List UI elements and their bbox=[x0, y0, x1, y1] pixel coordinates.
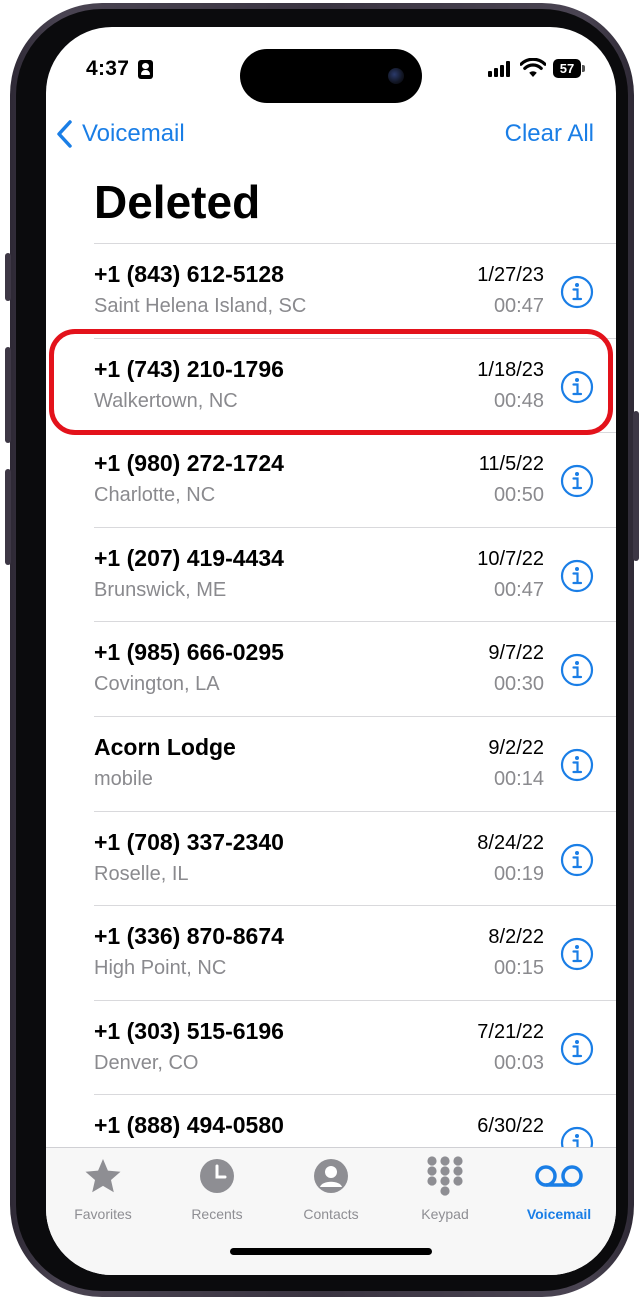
tab-label: Voicemail bbox=[526, 1206, 592, 1222]
caller-location: Walkertown, NC bbox=[94, 389, 238, 412]
tab-keypad[interactable]: Keypad bbox=[388, 1156, 502, 1222]
page-title: Deleted bbox=[94, 176, 261, 228]
tab-bar: Favorites Recents Contacts Keypad Voicem… bbox=[46, 1147, 616, 1275]
caller-name: +1 (708) 337-2340 bbox=[94, 828, 284, 855]
tab-voicemail[interactable]: Voicemail bbox=[502, 1156, 616, 1222]
caller-name: +1 (303) 515-6196 bbox=[94, 1017, 284, 1044]
tab-label: Contacts bbox=[303, 1206, 359, 1222]
voicemail-row[interactable]: +1 (708) 337-2340 Roselle, IL 8/24/22 00… bbox=[94, 810, 616, 906]
voicemail-duration: 00:47 bbox=[493, 295, 544, 317]
cellular-signal-icon bbox=[488, 61, 512, 77]
chevron-left-icon bbox=[57, 120, 72, 148]
volume-up-button bbox=[5, 347, 11, 443]
caller-name: +1 (843) 612-5128 bbox=[94, 261, 284, 287]
camera-icon bbox=[388, 68, 404, 84]
voicemail-duration: 00:03 bbox=[493, 1051, 544, 1074]
dynamic-island bbox=[240, 49, 422, 103]
tab-label: Keypad bbox=[421, 1206, 469, 1222]
tab-label: Favorites bbox=[74, 1206, 132, 1222]
tab-label: Recents bbox=[191, 1206, 243, 1222]
info-icon[interactable] bbox=[560, 464, 594, 498]
voicemail-row[interactable]: Acorn Lodge mobile 9/2/22 00:14 bbox=[94, 715, 616, 811]
caller-name: +1 (888) 494-0580 bbox=[94, 1112, 284, 1139]
tab-contacts[interactable]: Contacts bbox=[274, 1156, 388, 1222]
info-icon[interactable] bbox=[560, 370, 594, 404]
wifi-icon bbox=[519, 57, 547, 83]
voicemail-row[interactable]: +1 (980) 272-1724 Charlotte, NC 11/5/22 … bbox=[94, 432, 616, 527]
info-icon[interactable] bbox=[560, 559, 594, 593]
voicemail-row[interactable]: +1 (303) 515-6196 Denver, CO 7/21/22 00:… bbox=[94, 999, 616, 1095]
person-icon bbox=[274, 1156, 388, 1196]
clock-icon bbox=[160, 1156, 274, 1196]
voicemail-list: +1 (843) 612-5128 Saint Helena Island, S… bbox=[94, 243, 616, 1189]
voicemail-duration: 00:48 bbox=[493, 389, 544, 412]
voicemail-date: 7/21/22 bbox=[477, 1020, 544, 1043]
power-button bbox=[633, 411, 639, 561]
caller-location: Charlotte, NC bbox=[94, 484, 216, 507]
voicemail-duration: 00:47 bbox=[493, 578, 544, 601]
info-icon[interactable] bbox=[560, 843, 594, 877]
info-icon[interactable] bbox=[560, 275, 594, 309]
caller-name: +1 (743) 210-1796 bbox=[94, 355, 284, 382]
caller-location: Denver, CO bbox=[94, 1051, 199, 1074]
tab-recents[interactable]: Recents bbox=[160, 1156, 274, 1222]
voicemail-duration: 00:50 bbox=[493, 484, 544, 507]
battery-icon: 57 bbox=[553, 59, 585, 78]
caller-location: Saint Helena Island, SC bbox=[94, 295, 307, 317]
caller-name: +1 (980) 272-1724 bbox=[94, 450, 284, 477]
back-label: Voicemail bbox=[82, 120, 185, 147]
info-icon[interactable] bbox=[560, 653, 594, 687]
voicemail-duration: 00:14 bbox=[493, 767, 544, 790]
caller-location: Brunswick, ME bbox=[94, 578, 227, 601]
home-indicator[interactable] bbox=[230, 1248, 432, 1255]
info-icon[interactable] bbox=[560, 937, 594, 971]
caller-location: High Point, NC bbox=[94, 957, 227, 980]
voicemail-row[interactable]: +1 (985) 666-0295 Covington, LA 9/7/22 0… bbox=[94, 621, 616, 716]
voicemail-icon bbox=[502, 1156, 616, 1196]
voicemail-row[interactable]: +1 (843) 612-5128 Saint Helena Island, S… bbox=[94, 243, 616, 338]
voicemail-date: 8/2/22 bbox=[488, 926, 544, 949]
caller-name: +1 (985) 666-0295 bbox=[94, 639, 284, 666]
caller-location: mobile bbox=[94, 767, 153, 790]
voicemail-row[interactable]: +1 (743) 210-1796 Walkertown, NC 1/18/23… bbox=[94, 337, 616, 433]
caller-name: Acorn Lodge bbox=[94, 733, 236, 760]
star-icon bbox=[46, 1156, 160, 1196]
voicemail-duration: 00:15 bbox=[493, 957, 544, 980]
info-icon[interactable] bbox=[560, 1032, 594, 1066]
caller-location: Covington, LA bbox=[94, 673, 220, 696]
voicemail-date: 6/30/22 bbox=[477, 1115, 544, 1138]
caller-location: Roselle, IL bbox=[94, 862, 189, 885]
voicemail-date: 1/18/23 bbox=[477, 358, 544, 381]
status-time: 4:37 bbox=[86, 57, 130, 80]
back-button[interactable]: Voicemail bbox=[56, 119, 185, 149]
info-icon[interactable] bbox=[560, 748, 594, 782]
voicemail-row[interactable]: +1 (207) 419-4434 Brunswick, ME 10/7/22 … bbox=[94, 526, 616, 622]
voicemail-date: 9/2/22 bbox=[488, 736, 544, 759]
volume-down-button bbox=[5, 469, 11, 565]
voicemail-date: 10/7/22 bbox=[477, 547, 544, 570]
voicemail-duration: 00:19 bbox=[493, 862, 544, 885]
voicemail-date: 11/5/22 bbox=[478, 453, 544, 476]
caller-name: +1 (336) 870-8674 bbox=[94, 923, 284, 950]
clear-all-button[interactable]: Clear All bbox=[505, 120, 594, 148]
contact-card-icon bbox=[138, 60, 153, 79]
voicemail-row[interactable]: +1 (336) 870-8674 High Point, NC 8/2/22 … bbox=[94, 905, 616, 1000]
screen: 4:37 57 Voicemail Clear All Deleted +1 (… bbox=[46, 27, 616, 1275]
tab-favorites[interactable]: Favorites bbox=[46, 1156, 160, 1222]
voicemail-date: 1/27/23 bbox=[477, 264, 544, 286]
phone-frame: 4:37 57 Voicemail Clear All Deleted +1 (… bbox=[5, 3, 639, 1297]
voicemail-date: 9/7/22 bbox=[488, 642, 544, 665]
keypad-icon bbox=[388, 1156, 502, 1196]
action-button bbox=[5, 253, 11, 301]
caller-name: +1 (207) 419-4434 bbox=[94, 544, 284, 571]
voicemail-date: 8/24/22 bbox=[477, 831, 544, 854]
voicemail-duration: 00:30 bbox=[493, 673, 544, 696]
